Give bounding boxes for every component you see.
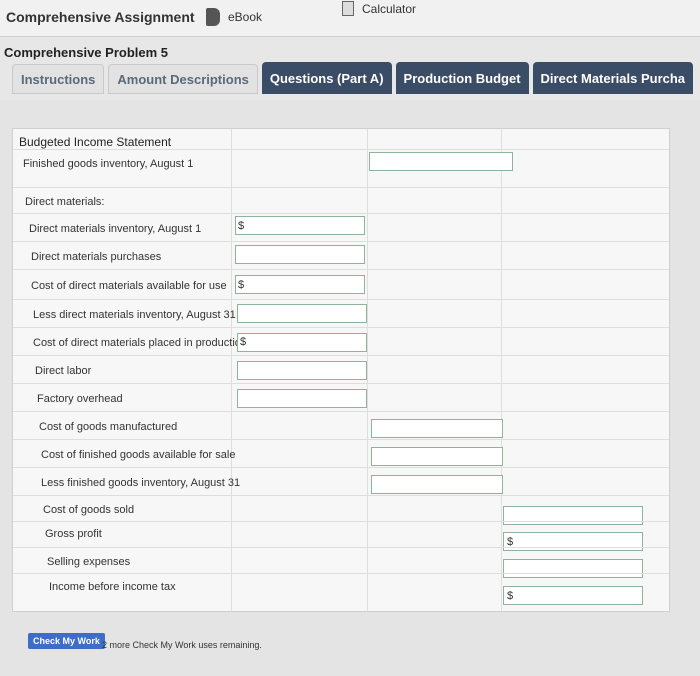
dm-available-input[interactable] (235, 275, 365, 294)
table-row: Cost of goods sold (13, 495, 669, 525)
dollar-sign: $ (238, 220, 245, 232)
statement-title: Budgeted Income Statement (19, 135, 172, 149)
dollar-sign: $ (507, 590, 514, 602)
table-row: Selling expenses (13, 547, 669, 578)
row-label: Direct labor (35, 365, 92, 377)
row-label: Cost of finished goods available for sal… (41, 449, 236, 461)
calculator-icon (342, 1, 354, 16)
row-label: Gross profit (45, 528, 102, 540)
tab-amount-descriptions[interactable]: Amount Descriptions (108, 64, 258, 94)
table-row: Income before income tax $ (13, 573, 669, 612)
row-label: Direct materials inventory, August 1 (29, 223, 202, 235)
finished-goods-aug1-input[interactable] (369, 152, 513, 171)
tab-questions-part-a[interactable]: Questions (Part A) (261, 62, 392, 94)
income-statement-panel: Budgeted Income Statement Finished goods… (12, 128, 670, 612)
table-row: Less finished goods inventory, August 31 (13, 467, 669, 496)
calculator-label: Calculator (362, 1, 417, 16)
table-row: Direct materials: (13, 187, 669, 214)
finished-goods-available-input[interactable] (371, 447, 503, 466)
check-remaining-text: 2 more Check My Work uses remaining. (102, 640, 262, 650)
assignment-title: Comprehensive Assignment (6, 9, 195, 25)
dollar-sign: $ (238, 279, 245, 291)
tab-bar: Instructions Amount Descriptions Questio… (12, 62, 694, 94)
ebook-link[interactable]: eBook (206, 8, 262, 26)
tab-direct-materials-purchases[interactable]: Direct Materials Purcha (532, 62, 694, 94)
table-row: Less direct materials inventory, August … (13, 299, 669, 328)
dm-inventory-aug1-input[interactable] (235, 216, 365, 235)
finished-goods-aug31-input[interactable] (371, 475, 503, 494)
table-row: Gross profit $ (13, 521, 669, 551)
factory-overhead-input[interactable] (237, 389, 367, 408)
ebook-label: eBook (228, 10, 263, 24)
dm-inventory-aug31-input[interactable] (237, 304, 367, 323)
row-label: Less direct materials inventory, August … (33, 309, 236, 321)
table-row: Cost of direct materials placed in produ… (13, 327, 669, 356)
tab-production-budget[interactable]: Production Budget (395, 62, 529, 94)
dm-placed-in-production-input[interactable] (237, 333, 367, 352)
row-label: Cost of goods sold (43, 504, 135, 516)
table-row: Factory overhead (13, 383, 669, 412)
row-label: Income before income tax (49, 581, 176, 593)
calculator-link[interactable]: Calculator (342, 1, 416, 16)
row-label: Less finished goods inventory, August 31 (41, 477, 241, 489)
table-row: Direct labor (13, 355, 669, 384)
table-row: Cost of finished goods available for sal… (13, 439, 669, 468)
top-bar: Comprehensive Assignment eBook Calculato… (0, 0, 700, 37)
row-label: Cost of direct materials placed in produ… (33, 337, 247, 349)
row-label: Finished goods inventory, August 1 (23, 158, 194, 170)
table-row: Cost of direct materials available for u… (13, 269, 669, 300)
cost-goods-manufactured-input[interactable] (371, 419, 503, 438)
dollar-sign: $ (240, 336, 247, 348)
row-label: Direct materials purchases (31, 251, 162, 263)
direct-labor-input[interactable] (237, 361, 367, 380)
table-row: Direct materials inventory, August 1 $ (13, 213, 669, 242)
row-label: Direct materials: (25, 196, 105, 208)
tab-instructions[interactable]: Instructions (12, 64, 105, 94)
table-row: Direct materials purchases (13, 241, 669, 270)
row-label: Cost of direct materials available for u… (31, 280, 227, 292)
check-my-work-button[interactable]: Check My Work (28, 633, 105, 649)
table-row: Cost of goods manufactured (13, 411, 669, 440)
book-icon (206, 8, 220, 26)
row-label: Factory overhead (37, 393, 123, 405)
row-label: Selling expenses (47, 556, 131, 568)
dm-purchases-input[interactable] (235, 245, 365, 264)
income-before-tax-input[interactable] (503, 586, 643, 605)
table-row: Finished goods inventory, August 1 $ (13, 149, 669, 176)
row-label: Cost of goods manufactured (39, 421, 178, 433)
problem-title: Comprehensive Problem 5 (4, 45, 168, 60)
